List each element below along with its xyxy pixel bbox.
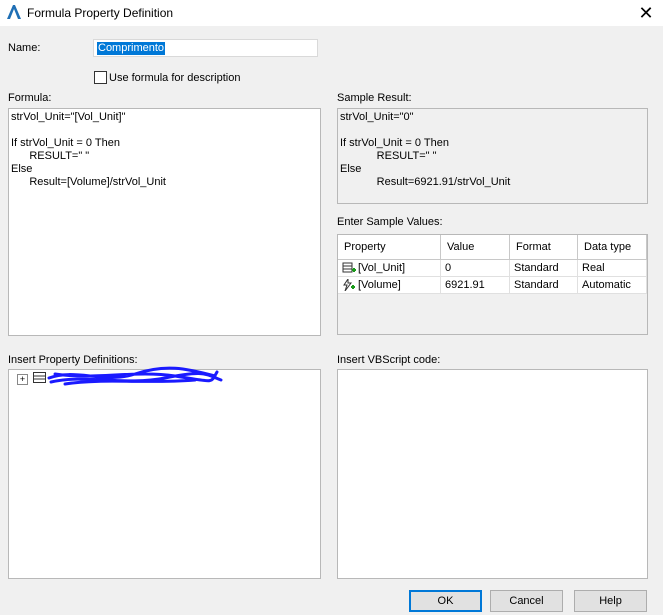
format-cell: Standard — [509, 276, 578, 294]
property-name: [Volume] — [358, 278, 401, 291]
value-cell[interactable]: 0 — [440, 259, 510, 277]
help-button[interactable]: Help — [574, 590, 647, 612]
window-title: Formula Property Definition — [27, 6, 174, 20]
name-value: Comprimento — [97, 42, 166, 55]
value-cell[interactable]: 6921.91 — [440, 276, 510, 294]
tree-expander[interactable]: + — [17, 374, 28, 385]
column-format[interactable]: Format — [509, 235, 578, 260]
automatic-property-icon — [342, 277, 356, 292]
autocad-logo-icon — [6, 4, 22, 20]
name-input[interactable]: Comprimento — [93, 39, 318, 57]
table-property-icon — [342, 262, 356, 274]
table-row[interactable]: [Vol_Unit] 0 Standard Real — [338, 259, 647, 277]
formula-label: Formula: — [8, 92, 52, 104]
cancel-button[interactable]: Cancel — [490, 590, 563, 612]
name-label: Name: — [8, 42, 41, 54]
column-property[interactable]: Property — [338, 235, 441, 260]
close-button[interactable]: ✕ — [636, 3, 656, 23]
column-value[interactable]: Value — [440, 235, 510, 260]
property-name: [Vol_Unit] — [358, 261, 406, 274]
property-tree[interactable]: + — [8, 366, 321, 579]
sample-values-label: Enter Sample Values: — [337, 216, 443, 228]
formula-text: strVol_Unit="[Vol_Unit]" If strVol_Unit … — [11, 111, 166, 188]
sample-result-text: strVol_Unit="0" If strVol_Unit = 0 Then … — [340, 111, 511, 188]
table-row[interactable]: [Volume] 6921.91 Standard Automatic — [338, 276, 647, 294]
column-data-type[interactable]: Data type — [577, 235, 647, 260]
ok-button[interactable]: OK — [409, 590, 482, 612]
use-formula-checkbox[interactable] — [94, 71, 107, 84]
redaction-scribble — [47, 366, 223, 386]
formula-editor[interactable]: strVol_Unit="[Vol_Unit]" If strVol_Unit … — [8, 108, 321, 336]
format-cell: Standard — [509, 259, 578, 277]
use-formula-label[interactable]: Use formula for description — [109, 72, 240, 84]
data-type-cell: Automatic — [577, 276, 647, 294]
property-cell[interactable]: [Vol_Unit] — [338, 259, 441, 277]
insert-vbscript-label: Insert VBScript code: — [337, 354, 441, 366]
vbscript-tree[interactable] — [337, 369, 648, 579]
data-type-cell: Real — [577, 259, 647, 277]
sample-result-box: strVol_Unit="0" If strVol_Unit = 0 Then … — [337, 108, 648, 204]
sample-result-label: Sample Result: — [337, 92, 412, 104]
property-cell[interactable]: [Volume] — [338, 276, 441, 294]
sample-values-table: Property Value Format Data type [Vol_Uni… — [337, 234, 648, 335]
